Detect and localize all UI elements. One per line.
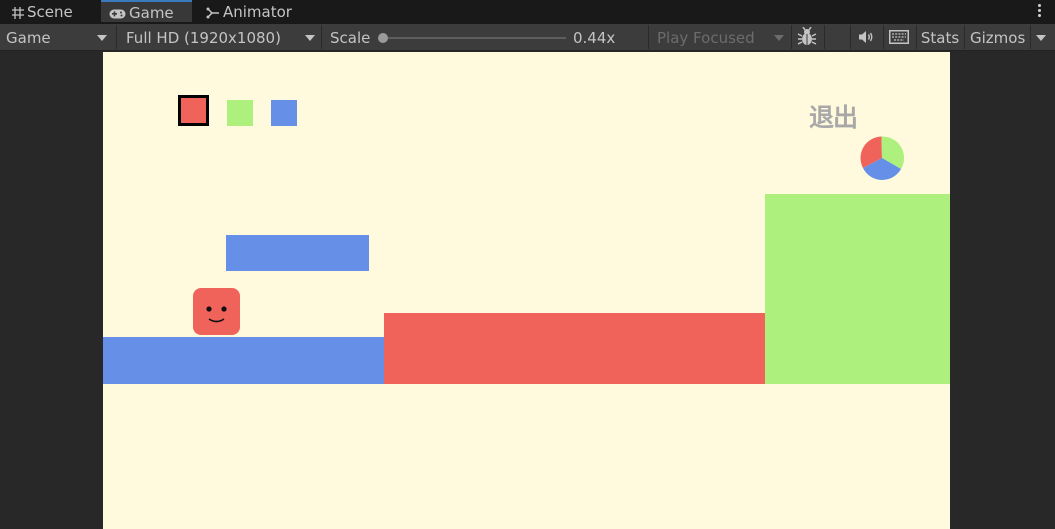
player-character: [193, 288, 240, 335]
scale-slider-handle[interactable]: [378, 33, 388, 43]
gamepad-icon: [109, 9, 126, 18]
toolbar-divider: [648, 25, 649, 49]
play-mode-label: Play Focused: [657, 29, 755, 47]
keyboard-shortcuts-button[interactable]: [885, 25, 915, 49]
stats-button[interactable]: Stats: [918, 25, 962, 49]
resolution-label: Full HD (1920x1080): [126, 29, 281, 47]
toolbar-divider: [791, 25, 792, 49]
toolbar-divider: [916, 25, 917, 49]
toolbar-divider: [824, 25, 825, 49]
tab-scene[interactable]: Scene: [12, 0, 73, 24]
ground-green-block: [765, 194, 950, 384]
ground-red-block: [384, 313, 765, 384]
bug-icon: [797, 27, 817, 45]
ground-blue-block: [103, 337, 384, 384]
tab-game-label: Game: [129, 4, 174, 22]
display-dropdown[interactable]: Game: [0, 25, 115, 49]
resolution-dropdown[interactable]: Full HD (1920x1080): [118, 25, 320, 49]
color-selector-green[interactable]: [227, 100, 253, 126]
toolbar-divider: [850, 25, 851, 49]
scale-value: 0.44x: [573, 29, 616, 47]
more-options-icon[interactable]: [1037, 3, 1041, 21]
scale-slider-track[interactable]: [383, 37, 566, 39]
debug-button[interactable]: [793, 25, 823, 49]
display-label: Game: [6, 29, 51, 47]
toolbar-divider: [964, 25, 965, 49]
tab-animator[interactable]: Animator: [206, 0, 292, 24]
gizmos-label: Gizmos: [970, 29, 1026, 47]
toolbar-divider: [1030, 25, 1031, 49]
tab-animator-label: Animator: [223, 3, 292, 21]
animator-icon: [206, 7, 219, 18]
exit-button[interactable]: 退出: [809, 98, 858, 134]
color-selector-blue[interactable]: [271, 100, 297, 126]
tab-game[interactable]: Game: [101, 0, 192, 22]
chevron-down-icon: [774, 35, 784, 41]
mute-audio-button[interactable]: [852, 25, 882, 49]
color-selector-red[interactable]: [178, 95, 209, 126]
color-wheel-icon: [860, 136, 904, 180]
gizmos-dropdown[interactable]: Gizmos: [966, 25, 1055, 49]
speaker-icon: [859, 31, 873, 43]
floating-blue-platform: [226, 235, 369, 271]
keyboard-icon: [889, 30, 909, 44]
grid-icon: [12, 6, 24, 19]
smiley-face-icon: [206, 306, 227, 323]
chevron-down-icon: [97, 35, 107, 41]
tab-scene-label: Scene: [27, 3, 73, 21]
game-viewport[interactable]: 退出: [103, 52, 950, 529]
play-mode-dropdown[interactable]: Play Focused: [650, 25, 790, 49]
chevron-down-icon: [1036, 35, 1046, 41]
toolbar-divider: [116, 25, 117, 49]
toolbar-divider: [883, 25, 884, 49]
chevron-down-icon: [305, 35, 315, 41]
toolbar-divider: [321, 25, 322, 49]
tab-bar: Scene Game Animator: [0, 0, 1055, 24]
scale-label: Scale: [330, 29, 371, 47]
